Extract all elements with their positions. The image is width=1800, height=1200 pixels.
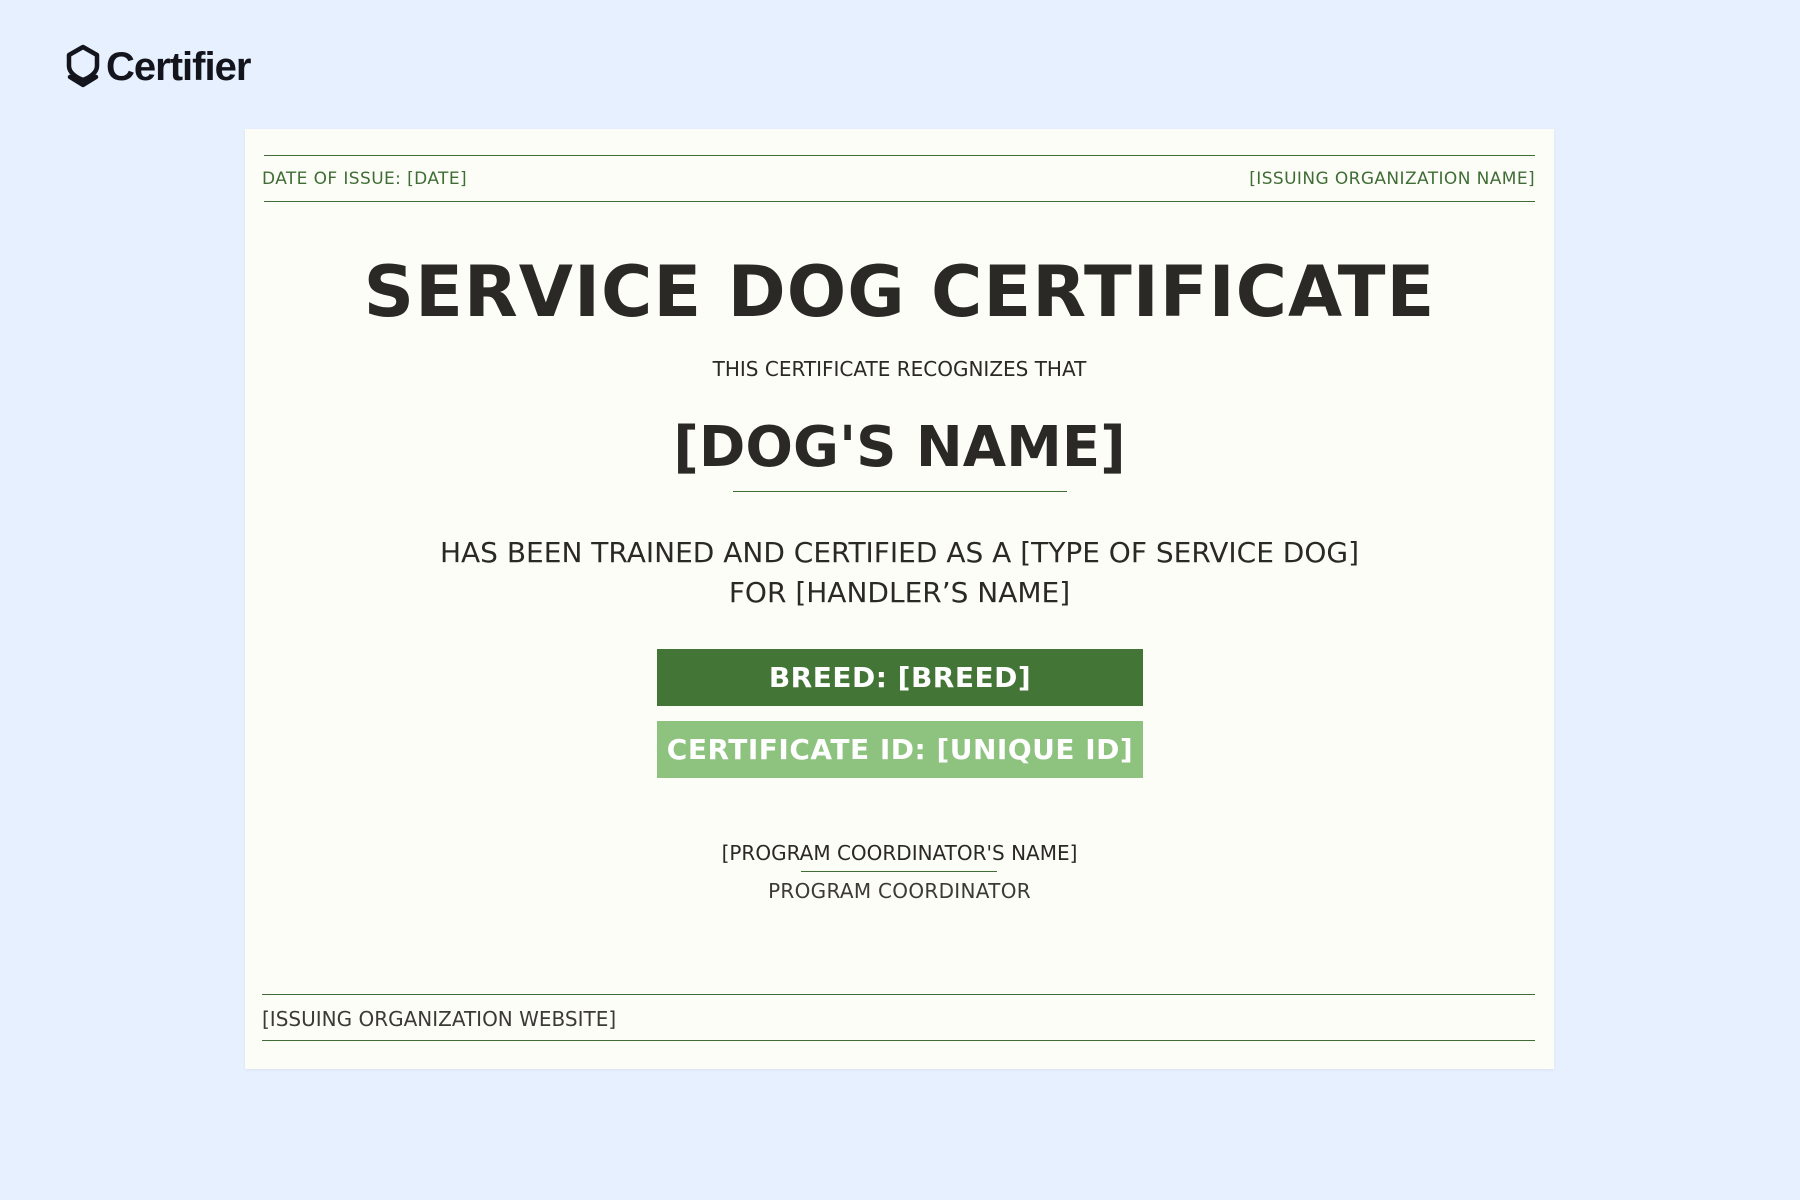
brand-name: Certifier — [106, 44, 251, 89]
coordinator-name: [PROGRAM COORDINATOR'S NAME] — [721, 841, 1078, 865]
organization-website: [ISSUING ORGANIZATION WEBSITE] — [262, 1007, 617, 1031]
date-of-issue: DATE OF ISSUE: [DATE] — [262, 169, 467, 189]
breed-band: BREED: [BREED] — [657, 649, 1143, 706]
certification-statement: HAS BEEN TRAINED AND CERTIFIED AS A [TYP… — [345, 533, 1454, 613]
statement-line-1: HAS BEEN TRAINED AND CERTIFIED AS A [TYP… — [439, 536, 1360, 569]
certificate-title: SERVICE DOG CERTIFICATE — [363, 251, 1436, 333]
dog-name: [DOG'S NAME] — [673, 415, 1126, 480]
statement-line-2: FOR [HANDLER’S NAME] — [728, 576, 1071, 609]
certificate-id-band: CERTIFICATE ID: [UNIQUE ID] — [657, 721, 1143, 778]
footer-bottom-rule — [262, 1040, 1535, 1041]
certificate-card: DATE OF ISSUE: [DATE] [ISSUING ORGANIZAT… — [245, 129, 1554, 1069]
issuing-organization-name: [ISSUING ORGANIZATION NAME] — [1249, 169, 1535, 189]
header-top-rule — [264, 155, 1535, 156]
signature-line — [801, 871, 997, 872]
footer-top-rule — [262, 994, 1535, 995]
recognition-text: THIS CERTIFICATE RECOGNIZES THAT — [712, 357, 1087, 381]
dog-name-underline — [733, 491, 1067, 492]
coordinator-role: PROGRAM COORDINATOR — [768, 879, 1031, 903]
brand-logo: Certifier — [66, 44, 251, 90]
header-bottom-rule — [264, 201, 1535, 202]
certifier-shield-logo-icon — [66, 44, 100, 88]
